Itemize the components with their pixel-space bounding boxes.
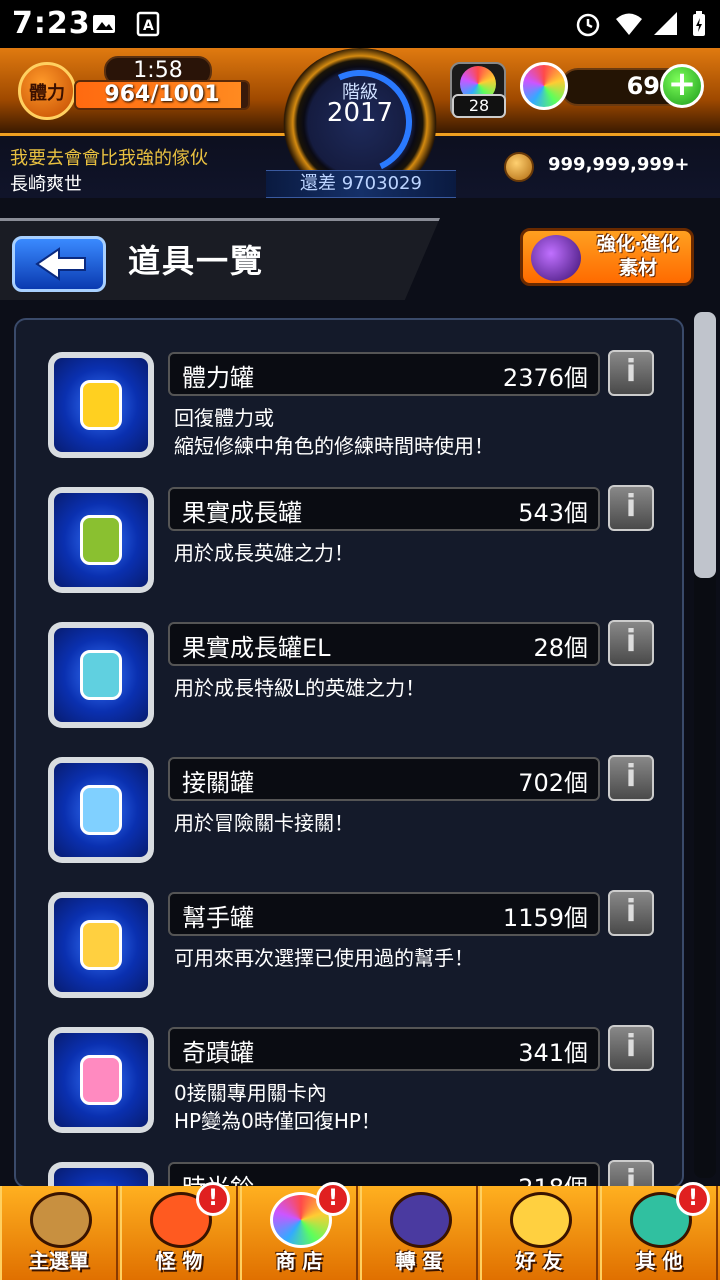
item-description: 0接關專用關卡內 HP變為0時僅回復HP！ bbox=[174, 1081, 381, 1133]
item-name: 幫手罐 bbox=[182, 904, 254, 932]
nav-tab[interactable]: 好 友 bbox=[480, 1186, 598, 1280]
nav-label: 轉 蛋 bbox=[395, 1249, 443, 1273]
item-row[interactable]: 奇蹟罐 341個 i 0接關專用關卡內 HP變為0時僅回復HP！ bbox=[48, 1025, 668, 1147]
item-count: 28個 bbox=[533, 634, 588, 662]
item-info-button[interactable]: i bbox=[608, 1025, 654, 1071]
item-count: 543個 bbox=[518, 499, 588, 527]
item-info-button[interactable]: i bbox=[608, 890, 654, 936]
alert-badge: ! bbox=[676, 1182, 710, 1216]
item-info-button[interactable]: i bbox=[608, 1160, 654, 1186]
nav-label: 其 他 bbox=[635, 1249, 683, 1273]
item-info-button[interactable]: i bbox=[608, 755, 654, 801]
item-description: 用於冒險關卡接關！ bbox=[174, 811, 354, 835]
item-description: 回復體力或 縮短修練中角色的修練時間時使用！ bbox=[174, 406, 494, 458]
home-gate-icon bbox=[30, 1192, 92, 1248]
item-info-button[interactable]: i bbox=[608, 350, 654, 396]
item-row[interactable]: 時光鈴218個i bbox=[48, 1160, 668, 1186]
item-row[interactable]: 果實成長罐 543個 i 用於成長英雄之力！ bbox=[48, 485, 668, 607]
time-bell-icon[interactable] bbox=[48, 1162, 154, 1186]
nav-tab[interactable]: 其 他! bbox=[600, 1182, 718, 1280]
miracle-heart-icon[interactable] bbox=[48, 1027, 154, 1133]
friends-balloon-icon bbox=[510, 1192, 572, 1248]
item-name: 體力罐 bbox=[182, 364, 254, 392]
nav-tab[interactable]: 轉 蛋 bbox=[360, 1186, 478, 1280]
item-description: 用於成長特級L的英雄之力！ bbox=[174, 676, 426, 700]
item-description: 可用來再次選擇已使用過的幫手！ bbox=[174, 946, 474, 970]
item-info-button[interactable]: i bbox=[608, 485, 654, 531]
item-name: 奇蹟罐 bbox=[182, 1039, 254, 1067]
nav-tab[interactable]: 商 店! bbox=[240, 1182, 358, 1280]
gacha-characters-icon bbox=[390, 1192, 452, 1248]
continue-jar-icon[interactable] bbox=[48, 757, 154, 863]
item-count: 1159個 bbox=[502, 904, 588, 932]
nav-label: 怪 物 bbox=[155, 1249, 203, 1273]
fruit-bottle-icon[interactable] bbox=[48, 487, 154, 593]
nav-tab[interactable]: 主選單 bbox=[0, 1186, 118, 1280]
item-count: 702個 bbox=[518, 769, 588, 797]
item-name: 果實成長罐EL bbox=[182, 634, 331, 662]
alert-badge: ! bbox=[316, 1182, 350, 1216]
item-count: 218個 bbox=[468, 1168, 588, 1186]
fruit-bottle-el-icon[interactable] bbox=[48, 622, 154, 728]
item-count: 2376個 bbox=[502, 364, 588, 392]
item-row[interactable]: 體力罐 2376個 i 回復體力或 縮短修練中角色的修練時間時使用！ bbox=[48, 350, 668, 472]
nav-label: 主選單 bbox=[29, 1249, 89, 1273]
nav-tab[interactable]: 怪 物! bbox=[120, 1182, 238, 1280]
nav-label: 好 友 bbox=[515, 1249, 563, 1273]
helper-bottle-icon[interactable] bbox=[48, 892, 154, 998]
energy-can-icon[interactable] bbox=[48, 352, 154, 458]
item-list: 體力罐 2376個 i 回復體力或 縮短修練中角色的修練時間時使用！ 果實成長罐 543個… bbox=[0, 0, 720, 1186]
item-description: 用於成長英雄之力！ bbox=[174, 541, 354, 565]
item-row[interactable]: 幫手罐 1159個 i 可用來再次選擇已使用過的幫手！ bbox=[48, 890, 668, 1012]
bottom-nav: 主選單怪 物! 商 店! 轉 蛋好 友其 他! bbox=[0, 1182, 720, 1280]
nav-label: 商 店 bbox=[275, 1249, 323, 1273]
item-row[interactable]: 接關罐 702個 i 用於冒險關卡接關！ bbox=[48, 755, 668, 877]
item-row[interactable]: 果實成長罐EL 28個 i 用於成長特級L的英雄之力！ bbox=[48, 620, 668, 742]
item-name: 果實成長罐 bbox=[182, 499, 302, 527]
alert-badge: ! bbox=[196, 1182, 230, 1216]
item-count: 341個 bbox=[518, 1039, 588, 1067]
item-info-button[interactable]: i bbox=[608, 620, 654, 666]
item-name: 接關罐 bbox=[182, 769, 254, 797]
